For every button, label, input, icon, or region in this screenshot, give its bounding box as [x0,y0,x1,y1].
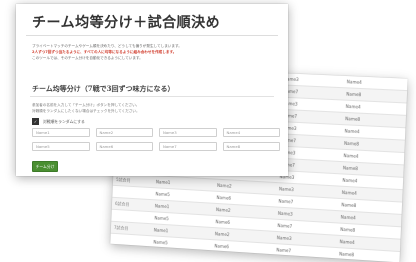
name-input-5[interactable]: Name5 [32,142,90,151]
section-description: 参加者の名前を入力して「チーム分け」ボタンを押してください。 対戦順をランダムに… [32,103,262,114]
name-input-6[interactable]: Name6 [95,142,153,151]
name-input-8[interactable]: Name8 [222,142,280,151]
name-input-4[interactable]: Name4 [222,128,280,137]
random-order-option[interactable]: ✓ 対戦順をランダムにする [32,118,85,125]
page-title: チーム均等分け＋試合順決め [32,15,221,31]
description-line-3: このツールでは、そのチーム分けを自動化できるようにしています。 [32,55,143,60]
schedule-cell: Name5 [150,235,212,252]
name-input-1[interactable]: Name1 [32,128,90,137]
name-input-3[interactable]: Name3 [159,128,217,137]
section-divider [30,96,274,97]
form-sheet: チーム均等分け＋試合順決め プライベートマッチのチームやゲーム順を決めたり、どう… [16,4,288,176]
schedule-cell: Name6 [211,239,274,256]
section-desc-line-2: 対戦順をランダムにしたくない場合はチェックを外してください。 [32,108,140,113]
schedule-cell: Name7 [272,243,337,260]
name-inputs: Name1 Name2 Name3 Name4 Name5 Name6 Name… [32,128,280,151]
random-order-checkbox[interactable]: ✓ [32,118,39,125]
name-input-7[interactable]: Name7 [159,142,217,151]
team-split-button[interactable]: チーム分け [32,161,58,172]
title-divider [26,35,278,36]
round-label [110,233,151,248]
section-title: チーム均等分け（7戦で3回ずつ味方になる） [32,84,175,93]
page-description: プライベートマッチのチームやゲーム順を決めたり、どうしても偏りが発生してしまいま… [32,44,282,61]
random-order-label: 対戦順をランダムにする [43,118,85,124]
name-input-2[interactable]: Name2 [95,128,153,137]
